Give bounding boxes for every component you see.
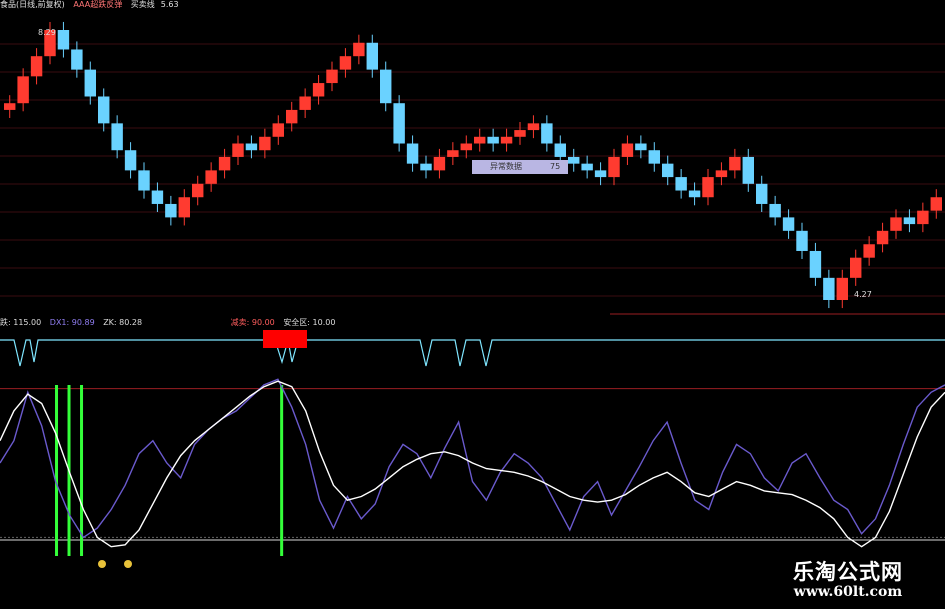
candle-body (917, 210, 929, 225)
candle-body (138, 170, 150, 191)
candle-body (635, 143, 647, 151)
candle-body (299, 96, 311, 110)
header-indicator: AAA超跌反弹 (73, 0, 123, 9)
oscillator-cyan-line (0, 339, 945, 367)
candle-body (594, 170, 607, 178)
candle-body (769, 203, 781, 218)
candle-body (836, 277, 848, 300)
candle-body (688, 190, 701, 198)
candle-body (312, 83, 325, 97)
candle-body (124, 150, 137, 171)
candle-body (796, 230, 808, 251)
lower-item4: 减卖: 90.00 (230, 318, 275, 327)
candle-body (474, 136, 486, 144)
candle-body (581, 163, 593, 171)
candle-body (218, 156, 231, 171)
candle-body (192, 183, 204, 198)
box-label-value: 75 (550, 162, 561, 171)
signal-bar-0 (55, 385, 59, 556)
candle-body (863, 244, 875, 258)
candle-body (729, 156, 741, 171)
candle-body (259, 136, 271, 151)
signal-bar-2 (80, 385, 84, 556)
candle-body (554, 143, 566, 157)
oscillator-reference-lines (0, 388, 945, 541)
candle-body (232, 143, 244, 157)
candle-body (57, 30, 70, 50)
candle-body (742, 156, 754, 184)
candle-body (809, 250, 822, 278)
candle-body (890, 217, 902, 231)
candle-body (339, 56, 352, 70)
candle-body (782, 217, 795, 231)
candle-body (84, 69, 96, 97)
candle-body (608, 156, 620, 178)
candle-body (272, 123, 284, 137)
candle-body (71, 49, 83, 70)
lower-item1: 跌: 115.00 (0, 318, 42, 327)
candle-body (823, 277, 835, 300)
candle-body (286, 109, 298, 124)
candle-body (245, 143, 258, 151)
gold-marker-2 (124, 560, 132, 568)
oscillator-purple-line (0, 378, 945, 539)
candle-body (380, 69, 392, 104)
candle-body (876, 230, 889, 245)
candle-body (98, 96, 110, 124)
box-label-text: 异常数据 (490, 162, 522, 171)
candle-body (111, 123, 123, 151)
candle-body (433, 156, 446, 171)
top-header: 食品(日线,前复权) AAA超跌反弹 买卖线 5.63 (0, 0, 185, 10)
candle-body (514, 130, 526, 137)
candle-body (460, 143, 472, 151)
candle-body (903, 217, 916, 225)
candle-body (353, 42, 365, 57)
lower-item3: ZK: 80.28 (103, 318, 143, 327)
candle-body (715, 170, 728, 178)
lower-item5: 安全区: 10.00 (283, 318, 336, 327)
candle-body (406, 143, 419, 164)
price-low-label: 4.27 (854, 290, 872, 299)
candle-body (326, 69, 338, 84)
watermark-url: www.60lt.com (793, 584, 903, 600)
lower-item2: DX1: 90.89 (49, 318, 95, 327)
oscillator-white-line (0, 380, 945, 548)
candle-body (541, 123, 553, 144)
header-title: 食品(日线,前复权) (0, 0, 65, 9)
lower-header: 跌: 115.00 DX1: 90.89 ZK: 80.28 减卖: 90.00… (0, 318, 341, 328)
candle-body (930, 197, 942, 211)
candle-body (487, 136, 499, 144)
candle-body (648, 150, 660, 164)
candle-body (621, 143, 634, 157)
candle-body (17, 76, 29, 104)
candle-body (662, 163, 674, 178)
candle-body (756, 183, 768, 204)
candle-body (850, 257, 862, 278)
candle-body (4, 103, 16, 110)
candle-body (420, 163, 432, 171)
candle-body (178, 197, 190, 218)
candle-body (366, 42, 378, 70)
price-high-label: 8.29 (38, 28, 56, 37)
gold-marker-1 (98, 560, 106, 568)
candle-body (702, 177, 714, 198)
candle-body (527, 123, 540, 131)
candle-body (393, 103, 405, 144)
header-line-label: 买卖线 (130, 0, 155, 9)
stock-chart (0, 21, 945, 568)
box-label: 异常数据 75 (472, 160, 568, 174)
watermark-title: 乐淘公式网 (793, 559, 903, 584)
signal-bars (55, 385, 284, 556)
candle-body (165, 203, 177, 218)
candle-body (151, 190, 164, 204)
candle-body (205, 170, 217, 184)
candle-body (447, 150, 459, 157)
candle-body (568, 156, 580, 164)
red-alert-block (263, 330, 307, 348)
signal-bar-3 (280, 385, 284, 556)
candle-body (675, 177, 687, 191)
candle-body (30, 56, 43, 77)
candle-body (500, 136, 513, 144)
header-line-value: 5.63 (160, 0, 179, 9)
